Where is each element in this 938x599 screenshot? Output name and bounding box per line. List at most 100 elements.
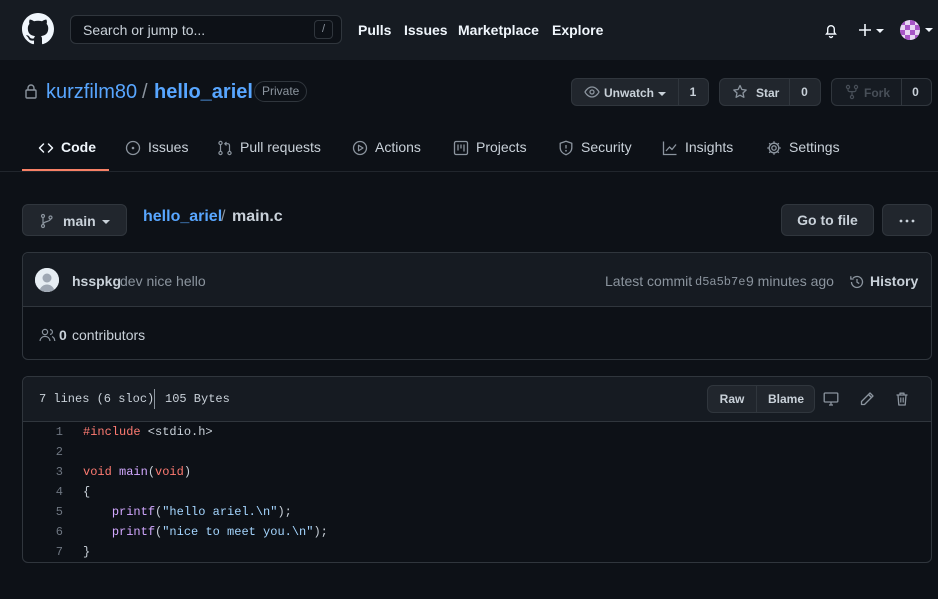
line-number[interactable]: 4 <box>23 482 63 502</box>
contributors-label[interactable]: contributors <box>72 327 145 343</box>
star-button[interactable]: Star 0 <box>719 78 821 106</box>
nav-issues-link[interactable]: Issues <box>404 22 448 38</box>
commit-author-link[interactable]: hsspkg <box>72 273 121 289</box>
eye-icon <box>584 86 600 98</box>
file-content-box: 7 lines (6 sloc) 105 Bytes Raw Blame 1 #… <box>22 376 932 563</box>
breadcrumb-repo-link[interactable]: hello_ariel <box>143 208 222 226</box>
lock-icon <box>24 83 38 99</box>
gear-icon <box>767 141 781 155</box>
search-placeholder: Search or jump to... <box>83 22 206 38</box>
commit-message-link[interactable]: dev nice hello <box>120 273 206 289</box>
tab-settings-label: Settings <box>789 139 840 155</box>
tab-insights-label: Insights <box>685 139 734 155</box>
tab-security[interactable]: Security <box>558 139 633 171</box>
notifications-bell-icon[interactable] <box>823 22 839 39</box>
history-icon[interactable] <box>849 274 865 290</box>
file-line-count: 7 lines (6 sloc) <box>39 392 155 406</box>
fork-button[interactable]: Fork 0 <box>831 78 932 106</box>
code-line: 2 <box>23 442 931 462</box>
file-size: 105 Bytes <box>165 392 230 406</box>
star-count[interactable]: 0 <box>789 79 820 105</box>
code-line: 3 void main(void) <box>23 462 931 482</box>
tab-security-label: Security <box>581 139 632 155</box>
code-line: 6 printf("nice to meet you.\n"); <box>23 522 931 542</box>
file-header: 7 lines (6 sloc) 105 Bytes Raw Blame <box>23 377 931 422</box>
tab-pull-requests[interactable]: Pull requests <box>217 139 322 171</box>
more-options-button[interactable] <box>882 204 932 236</box>
tab-settings[interactable]: Settings <box>766 139 841 171</box>
branch-select-button[interactable]: main <box>22 204 127 236</box>
git-branch-icon <box>40 213 53 229</box>
latest-commit-row: hsspkg dev nice hello Latest commit d5a5… <box>23 253 931 307</box>
tab-actions[interactable]: Actions <box>352 139 424 171</box>
line-number[interactable]: 2 <box>23 442 63 462</box>
tab-actions-label: Actions <box>375 139 421 155</box>
blame-button[interactable]: Blame <box>757 386 815 412</box>
file-info-divider <box>154 389 155 409</box>
commit-sha-link[interactable]: d5a5b7e <box>695 275 745 289</box>
desktop-icon[interactable] <box>823 391 839 407</box>
line-number[interactable]: 6 <box>23 522 63 542</box>
star-label: Star <box>756 86 780 100</box>
project-icon <box>453 140 469 156</box>
line-code: } <box>83 545 91 559</box>
tab-issues-label: Issues <box>148 139 189 155</box>
code-line: 7 } <box>23 542 931 562</box>
watch-count[interactable]: 1 <box>678 79 708 105</box>
repo-name-link[interactable]: hello_ariel <box>154 81 253 104</box>
nav-marketplace-link[interactable]: Marketplace <box>458 22 539 38</box>
contributors-count[interactable]: 0 <box>59 327 67 343</box>
line-number[interactable]: 5 <box>23 502 63 522</box>
people-icon <box>39 328 56 342</box>
fork-label: Fork <box>864 86 891 100</box>
code-icon <box>38 143 54 153</box>
repo-forked-icon <box>845 84 859 100</box>
history-link[interactable]: History <box>870 273 918 289</box>
tabs-divider <box>0 171 938 172</box>
chevron-down-icon <box>658 92 666 96</box>
star-icon <box>733 84 747 98</box>
graph-icon <box>662 141 677 156</box>
visibility-badge: Private <box>254 81 308 102</box>
nav-pulls-link[interactable]: Pulls <box>358 22 391 38</box>
raw-button[interactable]: Raw <box>708 386 757 412</box>
unwatch-label: Unwatch <box>604 86 655 100</box>
avatar-chevron-down-icon[interactable] <box>925 28 933 32</box>
commit-author-avatar[interactable] <box>35 268 59 292</box>
search-input[interactable]: Search or jump to... / <box>70 15 342 44</box>
raw-blame-button-group: Raw Blame <box>707 385 815 413</box>
code-line: 5 printf("hello ariel.\n"); <box>23 502 931 522</box>
create-new-plus-icon[interactable] <box>857 21 887 39</box>
tab-issues[interactable]: Issues <box>125 139 190 171</box>
git-pull-request-icon <box>218 140 232 156</box>
repo-owner-link[interactable]: kurzfilm80 <box>46 81 137 104</box>
unwatch-button[interactable]: Unwatch 1 <box>571 78 709 106</box>
chevron-down-icon <box>102 220 110 224</box>
kebab-horizontal-icon <box>899 219 915 223</box>
code-line: 4 { <box>23 482 931 502</box>
issue-opened-icon <box>125 140 141 156</box>
user-avatar[interactable] <box>900 20 920 40</box>
line-code: { <box>83 485 91 499</box>
line-number[interactable]: 3 <box>23 462 63 482</box>
tab-code[interactable]: Code <box>38 139 98 171</box>
go-to-file-button[interactable]: Go to file <box>781 204 874 236</box>
line-number[interactable]: 1 <box>23 422 63 442</box>
top-navbar: Search or jump to... / Pulls Issues Mark… <box>0 0 938 60</box>
pencil-icon[interactable] <box>859 391 875 407</box>
line-number[interactable]: 7 <box>23 542 63 562</box>
commit-info-box: hsspkg dev nice hello Latest commit d5a5… <box>22 252 932 360</box>
commit-time: 9 minutes ago <box>746 273 834 289</box>
line-code: #include <stdio.h> <box>83 425 213 439</box>
breadcrumb-separator: / <box>221 208 226 225</box>
tab-projects[interactable]: Projects <box>453 139 528 171</box>
line-code: printf("nice to meet you.\n"); <box>111 525 328 539</box>
latest-commit-label: Latest commit <box>605 273 693 289</box>
github-logo-icon[interactable] <box>22 13 54 45</box>
line-code: printf("hello ariel.\n"); <box>111 505 292 519</box>
trash-icon[interactable] <box>894 391 910 407</box>
fork-count[interactable]: 0 <box>900 79 931 105</box>
tab-insights[interactable]: Insights <box>662 139 737 171</box>
tab-code-label: Code <box>61 139 96 155</box>
nav-explore-link[interactable]: Explore <box>552 22 603 38</box>
